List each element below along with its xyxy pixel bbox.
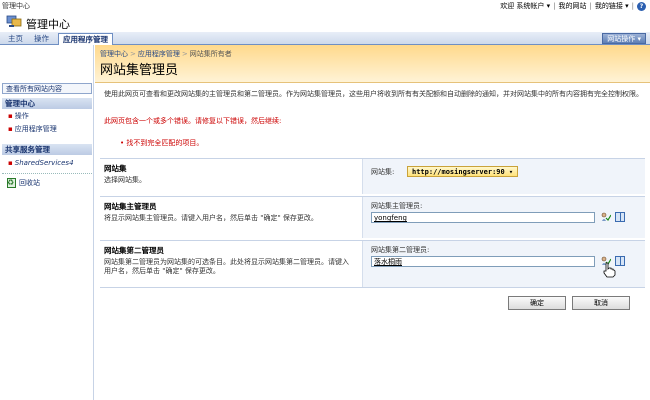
help-icon[interactable]: ? [637, 1, 646, 11]
primary-admin-label: 网站集主管理员: [371, 202, 423, 210]
bullet-icon: ▪ [8, 159, 13, 167]
tab-home[interactable]: 主页 [4, 33, 27, 45]
nav-divider [2, 173, 92, 174]
breadcrumb: 管理中心 > 应用程序管理 > 网站集所有者 [100, 49, 232, 59]
section-description: 选择网站集。 [104, 176, 146, 184]
section-input-area: 网站集主管理员: yongfeng [362, 197, 645, 238]
bullet-icon: ▪ [8, 125, 13, 133]
recycle-bin-label: 回收站 [19, 179, 40, 187]
breadcrumb-application-management[interactable]: 应用程序管理 [138, 50, 180, 58]
tab-operations[interactable]: 操作 [30, 33, 53, 45]
nav-item-label: 应用程序管理 [14, 125, 57, 133]
breadcrumb-central-admin[interactable]: 管理中心 [100, 50, 128, 58]
browse-directory-icon[interactable] [615, 256, 625, 266]
nav-section-shared-services[interactable]: 共享服务管理 [2, 144, 92, 155]
site-actions-menu[interactable]: 网站操作 ▾ [602, 33, 646, 44]
section-heading: 网站集主管理员 [104, 202, 157, 211]
recycle-bin-icon [7, 176, 16, 190]
section-text: 网站集主管理员 将显示网站集主管理员。请键入用户名，然后单击 "确定" 保存更改… [104, 201, 354, 223]
section-text: 网站集第二管理员 网站集第二管理员为网站集的可选条目。此处将显示网站集第二管理员… [104, 245, 354, 276]
title-band [0, 12, 650, 32]
unresolved-user: 落水桐雨 [374, 258, 402, 266]
central-admin-logo-icon [6, 15, 22, 27]
nav-section-central-admin[interactable]: 管理中心 [2, 98, 92, 109]
primary-admin-input[interactable]: yongfeng [371, 212, 595, 223]
section-heading: 网站集第二管理员 [104, 246, 164, 255]
section-primary-admin: 网站集主管理员 将显示网站集主管理员。请键入用户名，然后单击 "确定" 保存更改… [100, 196, 645, 238]
divider: | [553, 2, 556, 10]
site-label: 管理中心 [2, 2, 30, 10]
section-heading: 网站集 [104, 164, 127, 173]
nav-item-sharedservices4[interactable]: ▪ SharedServices4 [2, 158, 92, 169]
error-summary: 此网页包含一个或多个错误。请修复以下错误，然后继续: [104, 117, 282, 125]
nav-item-operations[interactable]: ▪ 操作 [2, 111, 92, 122]
page-title: 网站集管理员 [100, 63, 179, 78]
top-links: 欢迎 系统帐户 ▾ | 我的网站 | 我的链接 ▾ | ? [500, 1, 646, 11]
tab-bar: 主页 操作 应用程序管理 网站操作 ▾ [0, 32, 650, 45]
ok-button[interactable]: 确定 [508, 296, 566, 310]
section-site-collection: 网站集 选择网站集。 网站集: http://mosingserver:90 ▾ [100, 158, 645, 194]
nav-item-label: SharedServices4 [14, 159, 74, 167]
site-collection-selector[interactable]: http://mosingserver:90 ▾ [407, 166, 519, 177]
error-item: • 找不到完全匹配的项目。 [120, 139, 204, 147]
left-navigation: 查看所有网站内容 管理中心 ▪ 操作 ▪ 应用程序管理 共享服务管理 ▪ Shared… [0, 45, 94, 400]
nav-item-label: 操作 [14, 112, 29, 120]
welcome-menu[interactable]: 欢迎 系统帐户 ▾ [500, 1, 550, 11]
divider: | [631, 2, 634, 10]
breadcrumb-current: 网站集所有者 [189, 50, 232, 58]
breadcrumb-separator: > [130, 50, 136, 58]
tab-application-management[interactable]: 应用程序管理 [58, 33, 113, 45]
secondary-admin-input[interactable]: 落水桐雨 [371, 256, 595, 267]
my-links-menu[interactable]: 我的链接 ▾ [595, 1, 629, 11]
browse-directory-icon[interactable] [615, 212, 625, 222]
site-collection-label: 网站集: [371, 168, 395, 176]
section-secondary-admin: 网站集第二管理员 网站集第二管理员为网站集的可选条目。此处将显示网站集第二管理员… [100, 240, 645, 288]
page-description: 使用此网页可查看和更改网站集的主管理员和第二管理员。作为网站集管理员，这些用户将… [104, 90, 643, 98]
resolved-user: yongfeng [374, 214, 407, 222]
bullet-icon: ▪ [8, 112, 13, 120]
hand-cursor-icon [603, 262, 616, 278]
view-all-site-content-link[interactable]: 查看所有网站内容 [2, 83, 92, 94]
page-header-title: 管理中心 [26, 18, 70, 31]
cancel-button[interactable]: 取消 [572, 296, 630, 310]
nav-item-application-management[interactable]: ▪ 应用程序管理 [2, 124, 92, 135]
secondary-admin-label: 网站集第二管理员: [371, 246, 430, 254]
breadcrumb-separator: > [181, 50, 188, 58]
page-header-band: 管理中心 > 应用程序管理 > 网站集所有者 网站集管理员 [95, 45, 650, 83]
my-site-link[interactable]: 我的网站 [559, 1, 587, 11]
top-bar: 管理中心 欢迎 系统帐户 ▾ | 我的网站 | 我的链接 ▾ | ? [0, 0, 650, 12]
section-text: 网站集 选择网站集。 [104, 163, 354, 185]
section-input-area: 网站集: http://mosingserver:90 ▾ [362, 159, 645, 194]
section-description: 网站集第二管理员为网站集的可选条目。此处将显示网站集第二管理员。请键入用户名，然… [104, 258, 349, 275]
check-names-icon[interactable] [601, 212, 611, 222]
recycle-bin-link[interactable]: 回收站 [2, 176, 92, 190]
divider: | [589, 2, 592, 10]
section-description: 将显示网站集主管理员。请键入用户名，然后单击 "确定" 保存更改。 [104, 214, 318, 222]
